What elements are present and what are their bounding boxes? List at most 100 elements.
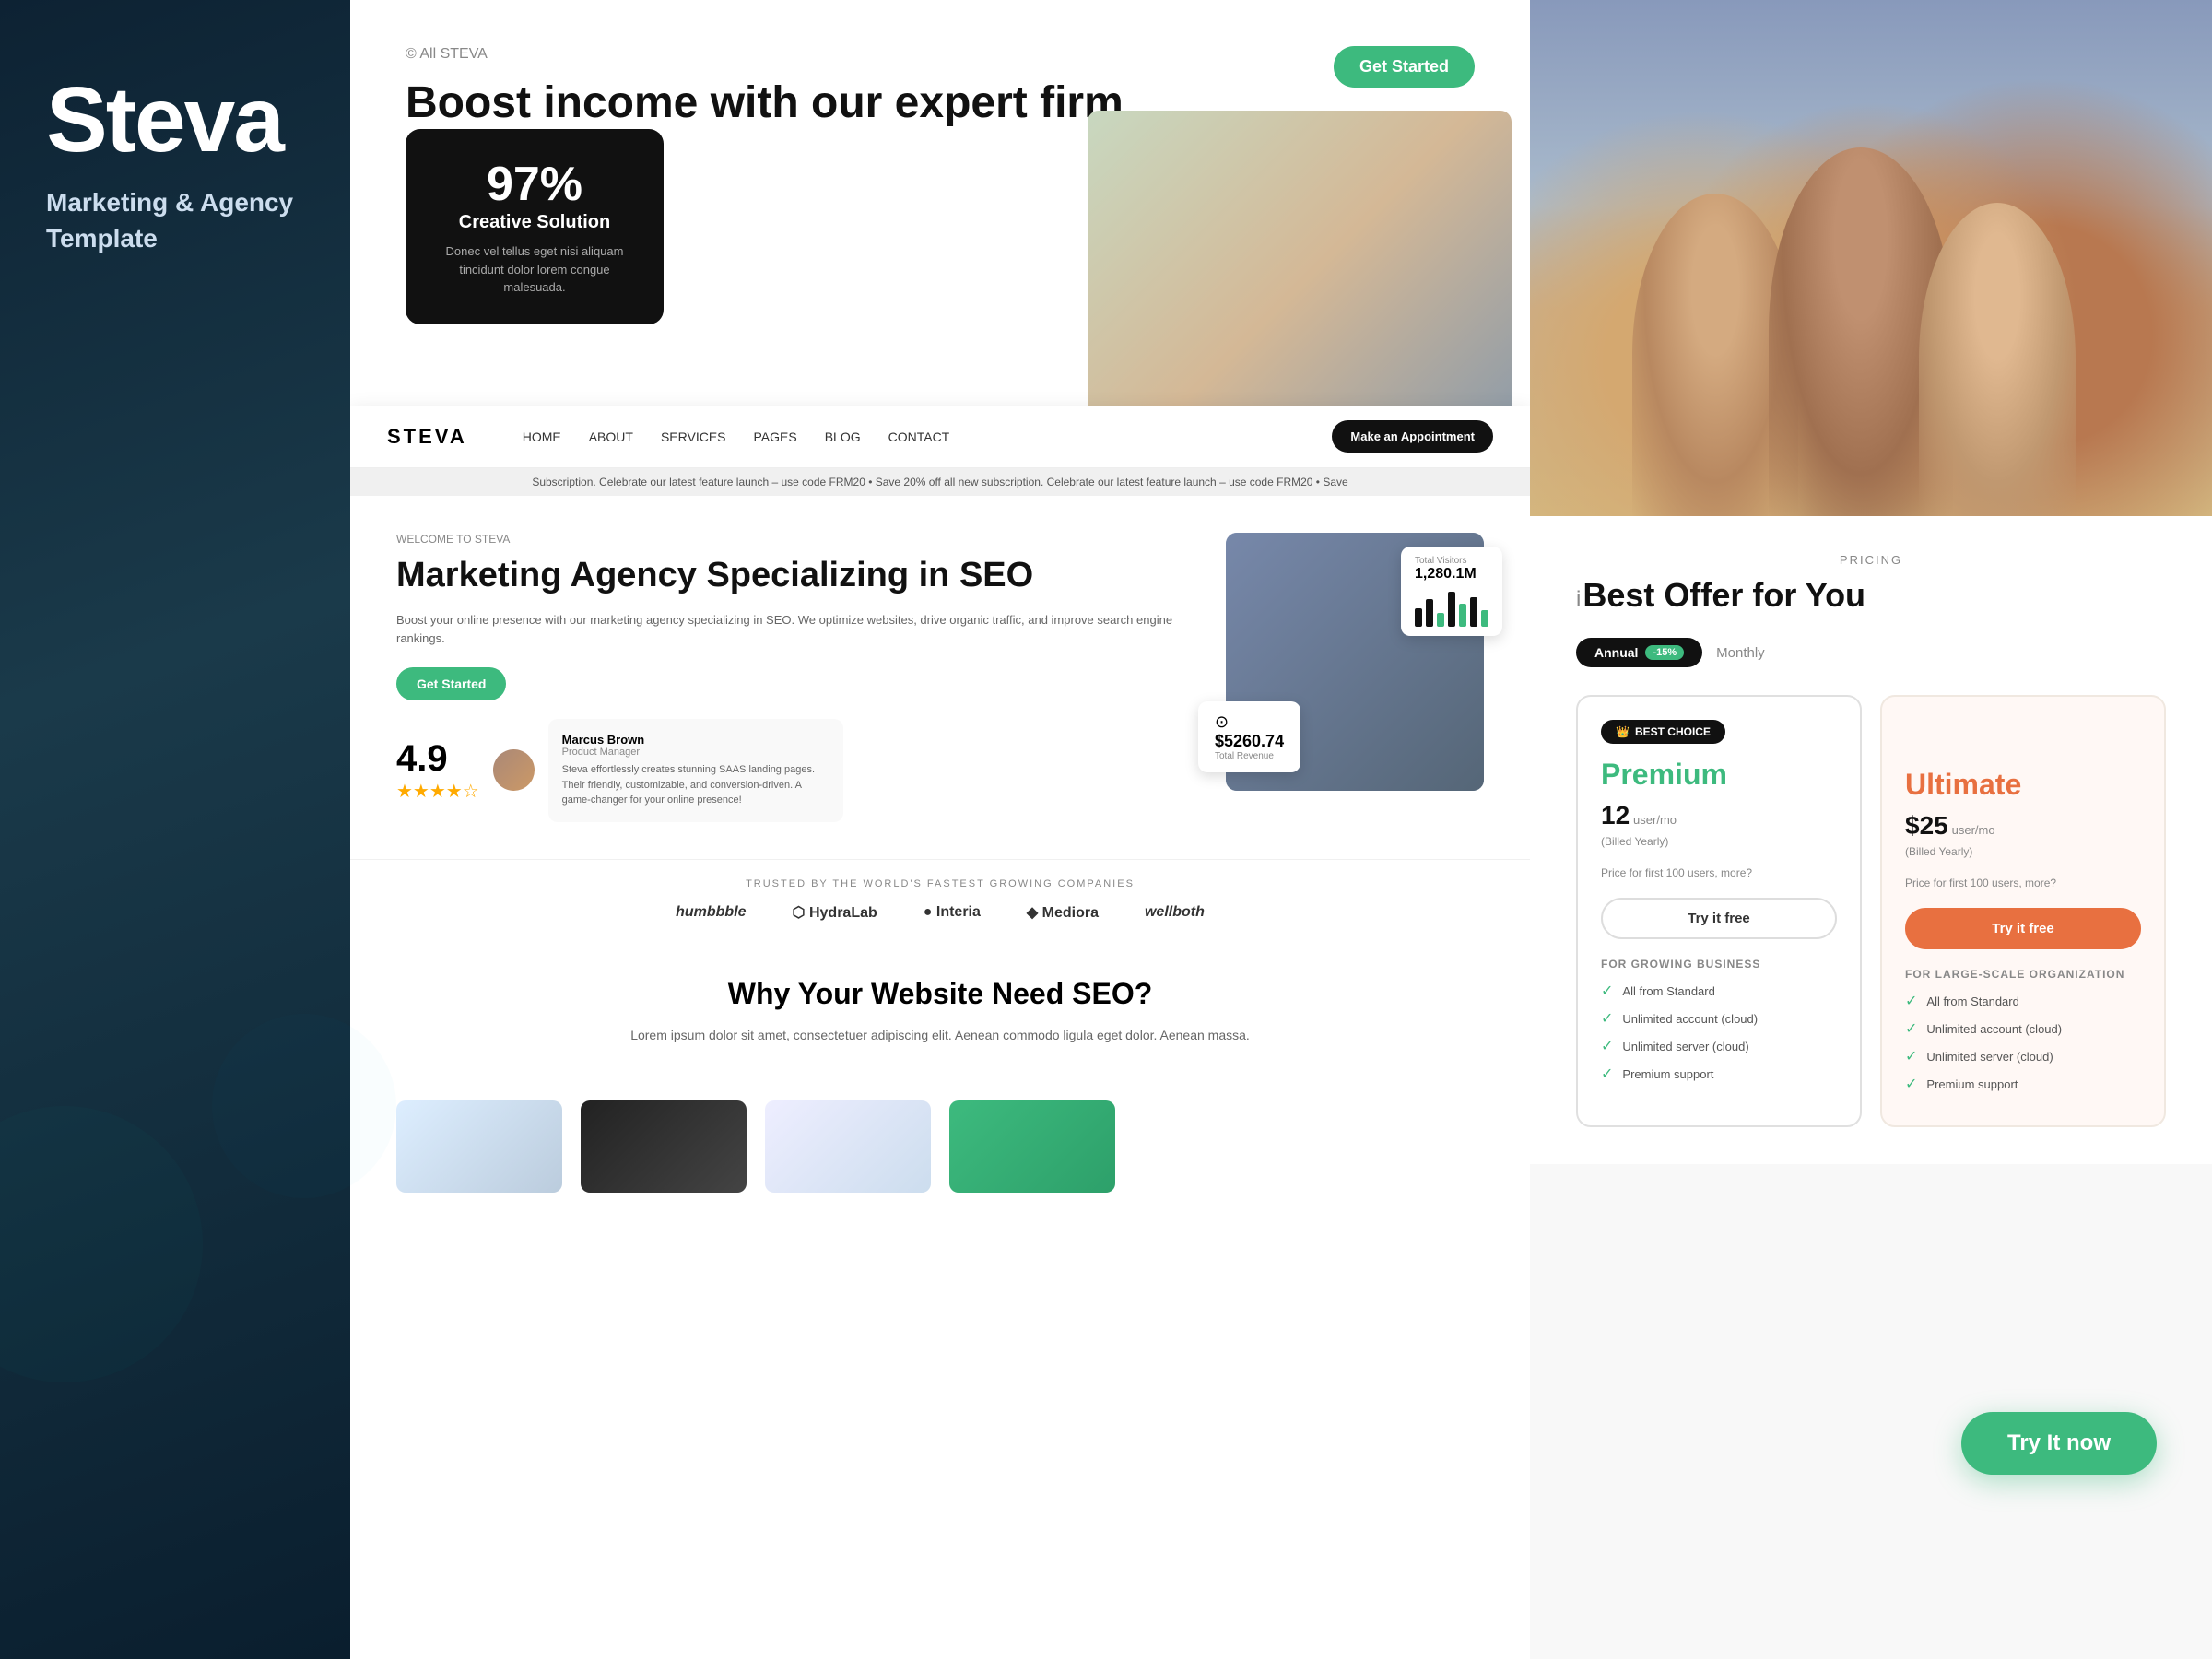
reviewer-avatar bbox=[493, 749, 535, 791]
finance-amount: $5260.74 bbox=[1215, 732, 1284, 751]
nav-home[interactable]: HOME bbox=[523, 429, 561, 444]
ultimate-feature-3: ✓ Unlimited server (cloud) bbox=[1905, 1047, 2141, 1065]
try-now-area: Try It now bbox=[1961, 1412, 2157, 1475]
premium-price-number: 12 bbox=[1601, 801, 1630, 830]
hero-title: Marketing Agency Specializing in SEO bbox=[396, 555, 1189, 597]
bottom-card-2 bbox=[581, 1100, 747, 1193]
check-icon-3: ✓ bbox=[1601, 1037, 1613, 1055]
premium-plan-name: Premium bbox=[1601, 758, 1837, 792]
deco-circle-1 bbox=[0, 1106, 203, 1382]
crown-icon: 👑 bbox=[1616, 725, 1630, 738]
pricing-section: PRICING iBest Offer for You Annual -15% … bbox=[1530, 516, 2212, 1164]
nav-pages[interactable]: PAGES bbox=[754, 429, 797, 444]
bar-6 bbox=[1470, 597, 1477, 627]
right-top-image bbox=[1530, 0, 2212, 516]
brand-logos: humbbble ⬡ HydraLab ● Interia ◆ Mediora … bbox=[396, 903, 1484, 922]
brand-interia: ● Interia bbox=[924, 904, 981, 921]
nav-about[interactable]: ABOUT bbox=[589, 429, 633, 444]
mockup-hero-text: WELCOME TO STEVA Marketing Agency Specia… bbox=[396, 533, 1189, 822]
trusted-section: TRUSTED BY THE WORLD'S FASTEST GROWING C… bbox=[350, 859, 1530, 940]
annual-toggle[interactable]: Annual -15% bbox=[1576, 638, 1702, 667]
announcement-bar: Subscription. Celebrate our latest featu… bbox=[350, 468, 1530, 496]
ultimate-for-label: FOR LARGE-SCALE ORGANIZATION bbox=[1905, 968, 2141, 981]
premium-feature-1: ✓ All from Standard bbox=[1601, 982, 1837, 1000]
mockup-logo: STEVA bbox=[387, 425, 467, 449]
spacer bbox=[1905, 720, 2141, 768]
why-seo-title: Why Your Website Need SEO? bbox=[396, 977, 1484, 1011]
premium-price: 12 user/mo bbox=[1601, 801, 1837, 830]
get-started-button[interactable]: Get Started bbox=[1334, 46, 1475, 88]
stats-percent: 97% bbox=[429, 157, 641, 212]
nav-blog[interactable]: BLOG bbox=[825, 429, 861, 444]
breadcrumb: © All STEVA bbox=[406, 46, 1475, 63]
monthly-toggle[interactable]: Monthly bbox=[1716, 645, 1765, 661]
pricing-headline: iBest Offer for You bbox=[1576, 576, 2166, 615]
nav-links: HOME ABOUT SERVICES PAGES BLOG CONTACT bbox=[523, 429, 1333, 444]
discount-badge: -15% bbox=[1645, 645, 1684, 660]
logo-area: Steva Marketing & Agency Template bbox=[0, 0, 350, 284]
mockup-hero: WELCOME TO STEVA Marketing Agency Specia… bbox=[350, 496, 1530, 859]
rating-area: 4.9 ★★★★☆ Marcus Brown Product Manager S… bbox=[396, 719, 1189, 822]
premium-feature-4: ✓ Premium support bbox=[1601, 1065, 1837, 1083]
ultimate-try-button[interactable]: Try it free bbox=[1905, 908, 2141, 949]
premium-price-detail: Price for first 100 users, more? bbox=[1601, 866, 1837, 879]
check-icon-7: ✓ bbox=[1905, 1047, 1917, 1065]
hero-cta-button[interactable]: Get Started bbox=[396, 667, 506, 700]
nav-cta[interactable]: Make an Appointment bbox=[1332, 420, 1493, 453]
ultimate-price-detail: Price for first 100 users, more? bbox=[1905, 877, 2141, 889]
trusted-label: TRUSTED BY THE WORLD'S FASTEST GROWING C… bbox=[396, 878, 1484, 889]
bottom-card-4 bbox=[949, 1100, 1115, 1193]
bottom-card-3 bbox=[765, 1100, 931, 1193]
ultimate-plan-name: Ultimate bbox=[1905, 768, 2141, 802]
stats-description: Donec vel tellus eget nisi aliquam tinci… bbox=[429, 242, 641, 297]
check-icon-2: ✓ bbox=[1601, 1009, 1613, 1028]
pricing-label: PRICING bbox=[1576, 553, 2166, 567]
stars: ★★★★☆ bbox=[396, 780, 479, 803]
reviewer-title: Product Manager bbox=[562, 747, 830, 758]
analytics-value: 1,280.1M bbox=[1415, 566, 1488, 582]
check-icon-1: ✓ bbox=[1601, 982, 1613, 1000]
check-icon-4: ✓ bbox=[1601, 1065, 1613, 1083]
check-icon-8: ✓ bbox=[1905, 1075, 1917, 1093]
try-now-button[interactable]: Try It now bbox=[1961, 1412, 2157, 1475]
ultimate-price-number: $25 bbox=[1905, 811, 1948, 840]
premium-price-unit: user/mo bbox=[1633, 813, 1677, 827]
brand-hydralab: ⬡ HydraLab bbox=[793, 903, 877, 922]
billing-toggle: Annual -15% Monthly bbox=[1576, 638, 2166, 667]
rating-number: 4.9 ★★★★☆ bbox=[396, 738, 479, 803]
analytics-card: Total Visitors 1,280.1M bbox=[1401, 547, 1502, 636]
bar-3 bbox=[1437, 613, 1444, 627]
finance-card: ⊙ $5260.74 Total Revenue bbox=[1198, 701, 1300, 772]
nav-contact[interactable]: CONTACT bbox=[888, 429, 950, 444]
stats-card: 97% Creative Solution Donec vel tellus e… bbox=[406, 129, 664, 324]
website-mockup: STEVA HOME ABOUT SERVICES PAGES BLOG CON… bbox=[350, 406, 1530, 1659]
bar-4 bbox=[1448, 592, 1455, 627]
ultimate-feature-1: ✓ All from Standard bbox=[1905, 992, 2141, 1010]
premium-feature-2: ✓ Unlimited account (cloud) bbox=[1601, 1009, 1837, 1028]
logo-text: Steva bbox=[46, 74, 304, 166]
premium-try-button[interactable]: Try it free bbox=[1601, 898, 1837, 939]
check-icon-6: ✓ bbox=[1905, 1019, 1917, 1038]
premium-feature-3: ✓ Unlimited server (cloud) bbox=[1601, 1037, 1837, 1055]
person-3 bbox=[1919, 203, 2076, 516]
ultimate-feature-4: ✓ Premium support bbox=[1905, 1075, 2141, 1093]
finance-icon: ⊙ bbox=[1215, 712, 1284, 732]
bar-chart bbox=[1415, 590, 1488, 627]
annual-label: Annual bbox=[1594, 645, 1638, 660]
premium-feature-list: ✓ All from Standard ✓ Unlimited account … bbox=[1601, 982, 1837, 1083]
brand-humbbble: humbbble bbox=[676, 904, 746, 921]
why-seo-section: Why Your Website Need SEO? Lorem ipsum d… bbox=[350, 940, 1530, 1082]
nav-services[interactable]: SERVICES bbox=[661, 429, 726, 444]
mockup-nav: STEVA HOME ABOUT SERVICES PAGES BLOG CON… bbox=[350, 406, 1530, 468]
bottom-card-1 bbox=[396, 1100, 562, 1193]
best-choice-badge: 👑 BEST CHOICE bbox=[1601, 720, 1725, 744]
left-panel: Steva Marketing & Agency Template bbox=[0, 0, 350, 1659]
bar-7 bbox=[1481, 610, 1488, 627]
ultimate-feature-list: ✓ All from Standard ✓ Unlimited account … bbox=[1905, 992, 2141, 1093]
brand-wellboth: wellboth bbox=[1145, 904, 1205, 921]
ultimate-billing-note: (Billed Yearly) bbox=[1905, 845, 2141, 858]
ultimate-feature-2: ✓ Unlimited account (cloud) bbox=[1905, 1019, 2141, 1038]
mockup-hero-image: Total Visitors 1,280.1M bbox=[1226, 533, 1484, 791]
premium-card: 👑 BEST CHOICE Premium 12 user/mo (Billed… bbox=[1576, 695, 1862, 1127]
deco-circle-2 bbox=[212, 1014, 396, 1198]
